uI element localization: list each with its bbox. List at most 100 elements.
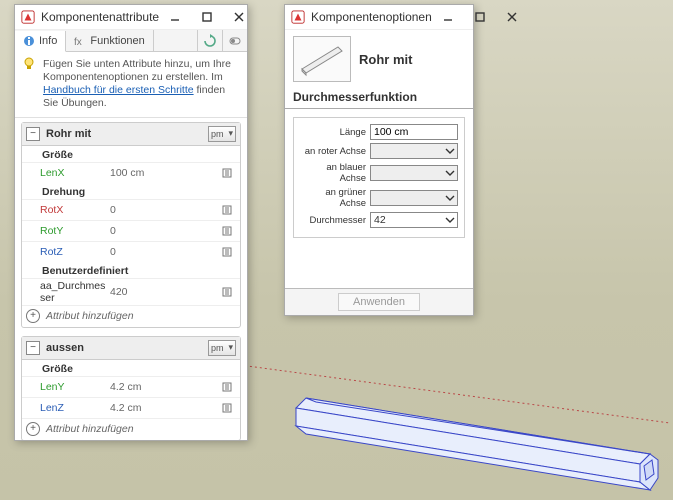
- attr-value[interactable]: 4.2 cm: [110, 381, 220, 393]
- field-label: Länge: [300, 127, 368, 138]
- options-minimize-button[interactable]: [432, 5, 464, 29]
- attr-value[interactable]: 420: [110, 286, 220, 298]
- attr-value[interactable]: 100 cm: [110, 167, 220, 179]
- attr-row-roty[interactable]: RotY 0: [22, 220, 240, 241]
- attr-row-leny[interactable]: LenY 4.2 cm: [22, 376, 240, 397]
- field-laenge: Länge: [300, 124, 458, 140]
- fx-icon: fx: [74, 35, 86, 47]
- info-icon: [23, 35, 35, 47]
- collapse-icon[interactable]: −: [26, 127, 40, 141]
- attr-value[interactable]: 0: [110, 225, 220, 237]
- tab-info[interactable]: Info: [15, 31, 66, 52]
- attr-menu-icon[interactable]: [220, 285, 234, 299]
- attr-menu-icon[interactable]: [220, 401, 234, 415]
- tab-functions[interactable]: fx Funktionen: [66, 30, 153, 51]
- field-durchmesser: Durchmesser 42: [300, 212, 458, 228]
- attr-row-rotz[interactable]: RotZ 0: [22, 241, 240, 262]
- field-gruene-achse: an grüner Achse: [300, 187, 458, 209]
- hint-prefix: Fügen Sie unten Attribute hinzu, um Ihre…: [43, 58, 231, 83]
- hint-text: Fügen Sie unten Attribute hinzu, um Ihre…: [15, 52, 247, 118]
- section-groesse: Größe: [22, 146, 240, 162]
- options-header: Rohr mit: [285, 30, 473, 88]
- attributes-maximize-button[interactable]: [191, 5, 223, 29]
- add-attribute-label: Attribut hinzufügen: [46, 310, 134, 322]
- attr-row-lenx[interactable]: LenX 100 cm: [22, 162, 240, 183]
- add-attribute-label: Attribut hinzufügen: [46, 423, 134, 435]
- attributes-minimize-button[interactable]: [159, 5, 191, 29]
- tab-info-label: Info: [39, 35, 57, 47]
- attr-name: LenZ: [40, 402, 110, 414]
- component-thumbnail: [293, 36, 351, 82]
- attr-menu-icon[interactable]: [220, 203, 234, 217]
- attr-row-rotx[interactable]: RotX 0: [22, 199, 240, 220]
- section-drehung: Drehung: [22, 183, 240, 199]
- component-subtitle: Durchmesserfunktion: [285, 88, 473, 109]
- laenge-input[interactable]: [370, 124, 458, 140]
- plus-icon: +: [26, 309, 40, 323]
- add-attribute-row[interactable]: + Attribut hinzufügen: [22, 418, 240, 440]
- field-label: an grüner Achse: [300, 187, 368, 209]
- attr-row-lenz[interactable]: LenZ 4.2 cm: [22, 397, 240, 418]
- attributes-body: − Rohr mit pm▾ Größe LenX 100 cm Drehung…: [15, 118, 247, 441]
- sketchup-viewport: Komponentenattribute Info fx Funkt: [0, 0, 673, 500]
- collapse-icon[interactable]: −: [26, 341, 40, 355]
- attr-value[interactable]: 4.2 cm: [110, 402, 220, 414]
- section-groesse: Größe: [22, 360, 240, 376]
- attr-menu-icon[interactable]: [220, 245, 234, 259]
- group-header[interactable]: − Rohr mit pm▾: [22, 123, 240, 146]
- gruene-achse-select[interactable]: [370, 190, 458, 206]
- attr-value[interactable]: 0: [110, 204, 220, 216]
- attr-name: RotZ: [40, 246, 110, 258]
- group-rohr-mit: − Rohr mit pm▾ Größe LenX 100 cm Drehung…: [21, 122, 241, 328]
- options-form: Länge an roter Achse an blauer Achse: [293, 117, 465, 238]
- options-close-button[interactable]: [496, 5, 528, 29]
- tab-functions-label: Funktionen: [90, 35, 144, 47]
- component-options-window: Komponentenoptionen Rohr mit Durchmesser…: [284, 4, 474, 316]
- attr-menu-icon[interactable]: [220, 166, 234, 180]
- field-label: an blauer Achse: [300, 162, 368, 184]
- chevron-down-icon: [445, 146, 455, 156]
- durchmesser-select[interactable]: 42: [370, 212, 458, 228]
- blaue-achse-select[interactable]: [370, 165, 458, 181]
- sketchup-icon: [21, 10, 35, 24]
- plus-icon: +: [26, 422, 40, 436]
- options-titlebar[interactable]: Komponentenoptionen: [285, 5, 473, 30]
- durchmesser-value: 42: [374, 214, 386, 226]
- attr-value[interactable]: 0: [110, 246, 220, 258]
- attr-row-durchmesser[interactable]: aa_Durchmesser 420: [22, 278, 240, 305]
- sketchup-icon: [291, 10, 305, 24]
- group-menu-button[interactable]: pm▾: [208, 340, 236, 356]
- pipe-model[interactable]: [290, 390, 660, 500]
- component-name: Rohr mit: [359, 52, 412, 67]
- add-attribute-row[interactable]: + Attribut hinzufügen: [22, 305, 240, 327]
- group-header[interactable]: − aussen pm▾: [22, 337, 240, 360]
- group-menu-button[interactable]: pm▾: [208, 126, 236, 142]
- group-title: Rohr mit: [46, 128, 208, 140]
- apply-button[interactable]: Anwenden: [338, 293, 420, 311]
- chevron-down-icon: [445, 215, 455, 225]
- field-rote-achse: an roter Achse: [300, 143, 458, 159]
- field-blaue-achse: an blauer Achse: [300, 162, 458, 184]
- attr-menu-icon[interactable]: [220, 380, 234, 394]
- refresh-button[interactable]: [197, 30, 222, 51]
- lightbulb-icon: [21, 56, 37, 72]
- rote-achse-select[interactable]: [370, 143, 458, 159]
- toggle-button[interactable]: [222, 30, 247, 51]
- attributes-title: Komponentenattribute: [41, 10, 159, 24]
- component-attributes-window: Komponentenattribute Info fx Funkt: [14, 4, 248, 441]
- field-label: an roter Achse: [300, 146, 368, 157]
- chevron-down-icon: [445, 168, 455, 178]
- group-title: aussen: [46, 342, 208, 354]
- options-title: Komponentenoptionen: [311, 10, 432, 24]
- attributes-titlebar[interactable]: Komponentenattribute: [15, 5, 247, 30]
- field-label: Durchmesser: [300, 215, 368, 226]
- options-footer: Anwenden: [285, 288, 473, 315]
- attr-menu-icon[interactable]: [220, 224, 234, 238]
- options-maximize-button[interactable]: [464, 5, 496, 29]
- attr-name: aa_Durchmesser: [40, 280, 110, 304]
- toggle-icon: [228, 34, 242, 48]
- attributes-close-button[interactable]: [223, 5, 255, 29]
- attributes-tab-bar: Info fx Funktionen: [15, 30, 247, 52]
- options-body: Länge an roter Achse an blauer Achse: [285, 109, 473, 288]
- hint-link[interactable]: Handbuch für die ersten Schritte: [43, 84, 194, 96]
